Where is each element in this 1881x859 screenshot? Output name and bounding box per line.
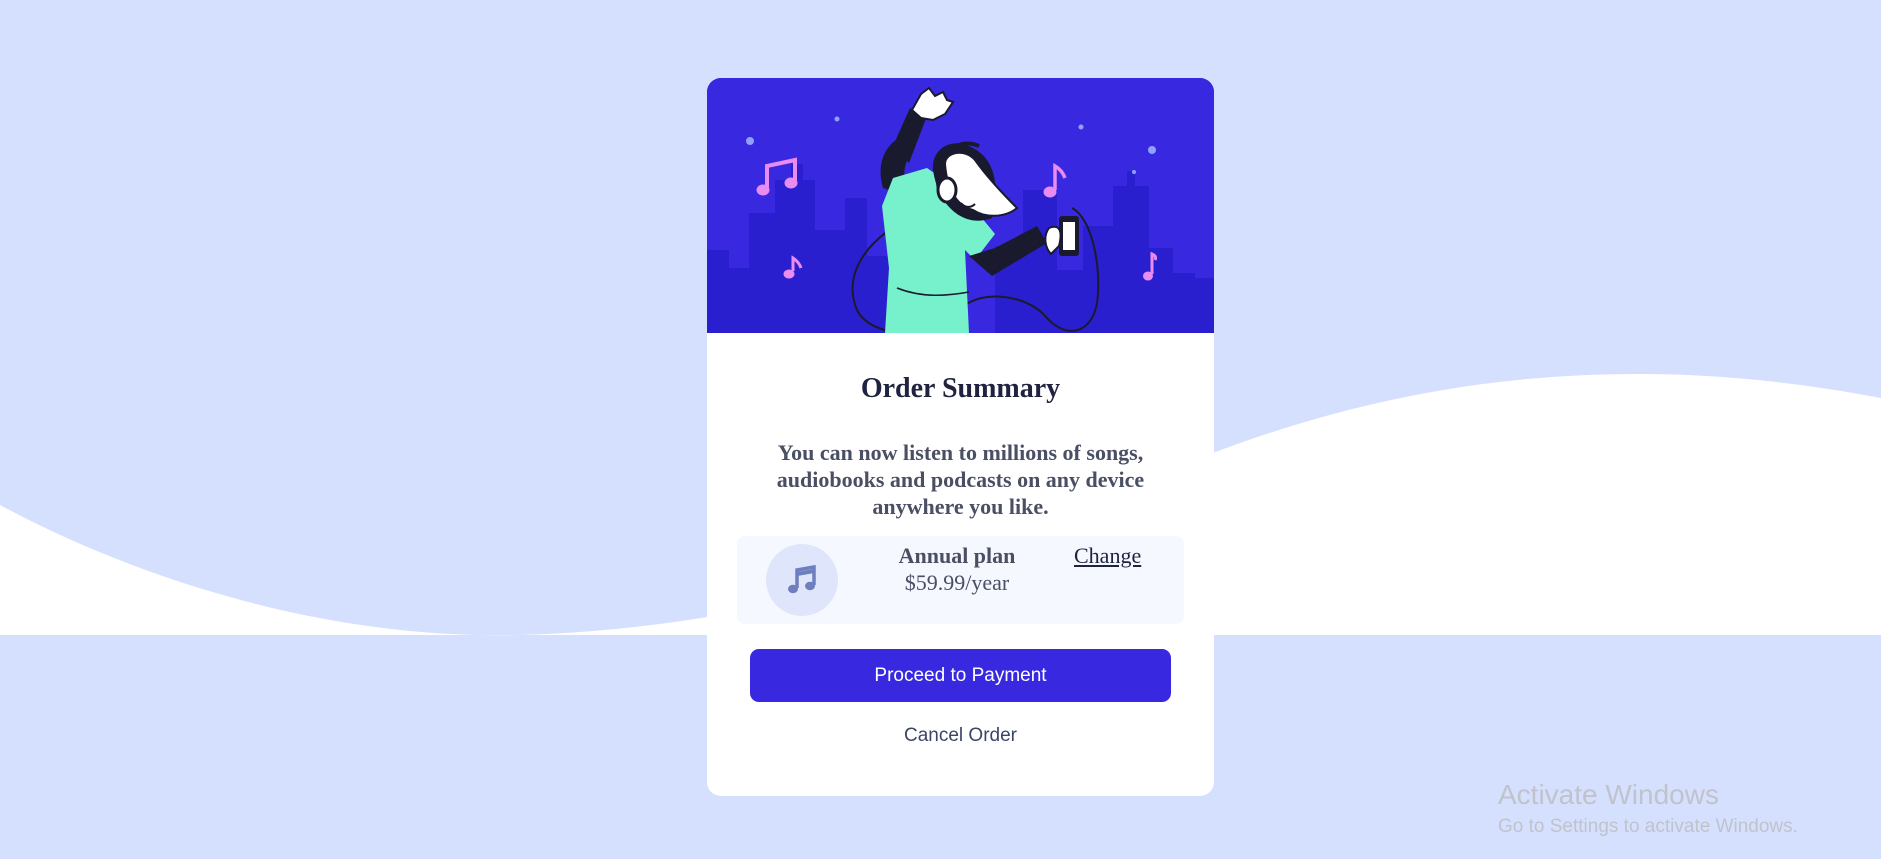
change-plan-link[interactable]: Change [1074, 543, 1141, 569]
watermark-title: Activate Windows [1498, 779, 1719, 810]
page-title: Order Summary [860, 373, 1061, 404]
music-note-icon [766, 544, 838, 616]
plan-price: $59.99/year [904, 570, 1010, 595]
plan-summary: Annual plan $59.99/year Change [737, 536, 1184, 624]
hero-illustration [707, 78, 1214, 333]
order-summary-card: Order Summary You can now listen to mill… [707, 78, 1214, 796]
watermark-subtitle: Go to Settings to activate Windows. [1498, 816, 1798, 837]
cancel-order-button[interactable]: Cancel Order [860, 718, 1061, 754]
plan-name: Annual plan [898, 543, 1016, 568]
proceed-to-payment-button[interactable]: Proceed to Payment [750, 649, 1171, 702]
windows-activation-watermark: Activate Windows Go to Settings to activ… [1498, 778, 1798, 839]
order-description: You can now listen to millions of songs,… [776, 440, 1145, 519]
